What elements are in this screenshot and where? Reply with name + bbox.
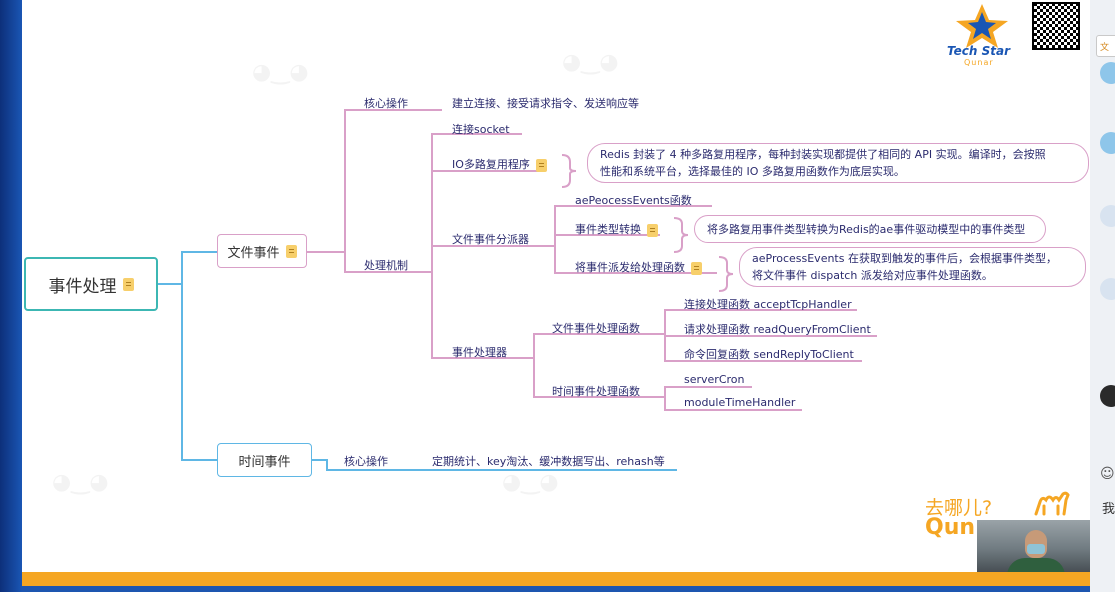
type-convert-label: 事件类型转换 [575,223,641,236]
panel-button[interactable]: 文 [1096,35,1115,57]
io-mux-note-line2: 性能和系统平台，选择最佳的 IO 多路复用函数作为底层实现。 [600,165,905,178]
time-event-label: 时间事件 [238,454,291,470]
type-convert-note: 将多路复用事件类型转换为Redis的ae事件驱动模型中的事件类型 [694,215,1046,243]
connector-file-core [307,109,442,253]
connector-root-time [181,284,217,461]
avatar[interactable] [1100,385,1115,407]
techstar-logo-icon [956,4,1008,48]
dispatch-label: 将事件派发给处理函数 [575,261,685,274]
dispatch-node[interactable]: 将事件派发给处理函数 [575,259,702,275]
brand-logo: Qun [925,515,976,540]
io-mux-label: IO多路复用程序 [452,158,530,171]
brace-type [673,217,689,253]
io-mux-node[interactable]: IO多路复用程序 [452,156,547,172]
note-icon [691,261,702,275]
camel-icon [1034,491,1070,516]
presenter-mask [1027,544,1045,554]
file-event-label: 文件事件 [227,245,280,261]
avatar[interactable] [1100,278,1115,300]
dispatch-note: aeProcessEvents 在获取到触发的事件后，会根据事件类型， 将文件事… [739,247,1086,287]
time-core-op-detail[interactable]: 定期统计、key淘汰、缓冲数据写出、rehash等 [432,453,665,469]
note-icon [647,223,658,237]
participant-panel: 文 ☺ 我 [1090,0,1115,592]
dispatch-note-line2: 将文件事件 dispatch 派发给对应事件处理函数。 [752,269,993,282]
file-handler-item[interactable]: 命令回复函数 sendReplyToClient [684,346,854,362]
root-node[interactable]: 事件处理 [24,257,158,311]
connector-mech-socket [412,133,522,273]
chat-message: 我 [1102,502,1115,517]
qr-code-icon [1032,2,1080,50]
avatar[interactable] [1100,132,1115,154]
connector-mech-handler [431,246,515,359]
avatar[interactable] [1100,205,1115,227]
note-icon [535,158,547,172]
slide-canvas: ◕‿◕ ◕‿◕ ◕‿◕ ◕‿◕ 事件处理 文件事件 时间事件 核心操作 建立连接… [22,0,1090,586]
window-frame [0,0,22,592]
logo-title: Tech Star [947,44,1011,58]
dispatch-note-line1: aeProcessEvents 在获取到触发的事件后，会根据事件类型， [752,252,1057,265]
io-mux-note: Redis 封装了 4 种多路复用程序，每种封装实现都提供了相同的 API 实现… [587,143,1089,183]
type-convert-node[interactable]: 事件类型转换 [575,221,658,237]
file-handler-item[interactable]: 请求处理函数 readQueryFromClient [684,321,871,337]
type-convert-note-text: 将多路复用事件类型转换为Redis的ae事件驱动模型中的事件类型 [707,222,1026,236]
avatar[interactable] [1100,62,1115,84]
ae-process-node[interactable]: aePeocessEvents函数 [575,192,692,208]
dispatcher-node[interactable]: 文件事件分派器 [452,231,529,247]
file-core-op-node[interactable]: 核心操作 [364,95,408,111]
mechanism-node[interactable]: 处理机制 [364,257,408,273]
time-handler-item[interactable]: moduleTimeHandler [684,396,795,409]
logo-subtitle: Qunar [964,58,994,67]
socket-node[interactable]: 连接socket [452,121,510,137]
note-icon [285,244,297,258]
brace-io [561,154,577,188]
root-label: 事件处理 [48,276,117,297]
note-icon [122,277,134,291]
time-event-node[interactable]: 时间事件 [217,443,312,477]
io-mux-note-line1: Redis 封装了 4 种多路复用程序，每种封装实现都提供了相同的 API 实现… [600,148,1046,161]
time-handler-item[interactable]: serverCron [684,373,744,386]
file-core-op-detail[interactable]: 建立连接、接受请求指令、发送响应等 [452,95,639,111]
file-handler-node[interactable]: 文件事件处理函数 [552,320,640,336]
handler-node[interactable]: 事件处理器 [452,344,507,360]
emoji-icon[interactable]: ☺ [1100,466,1115,482]
brace-dispatch [718,256,734,292]
slide-bottom-bar [22,572,1090,586]
file-handler-item[interactable]: 连接处理函数 acceptTcpHandler [684,296,852,312]
time-core-op-node[interactable]: 核心操作 [344,453,388,469]
connector-root-file [157,251,217,285]
file-event-node[interactable]: 文件事件 [217,234,307,268]
time-handler-node[interactable]: 时间事件处理函数 [552,383,640,399]
